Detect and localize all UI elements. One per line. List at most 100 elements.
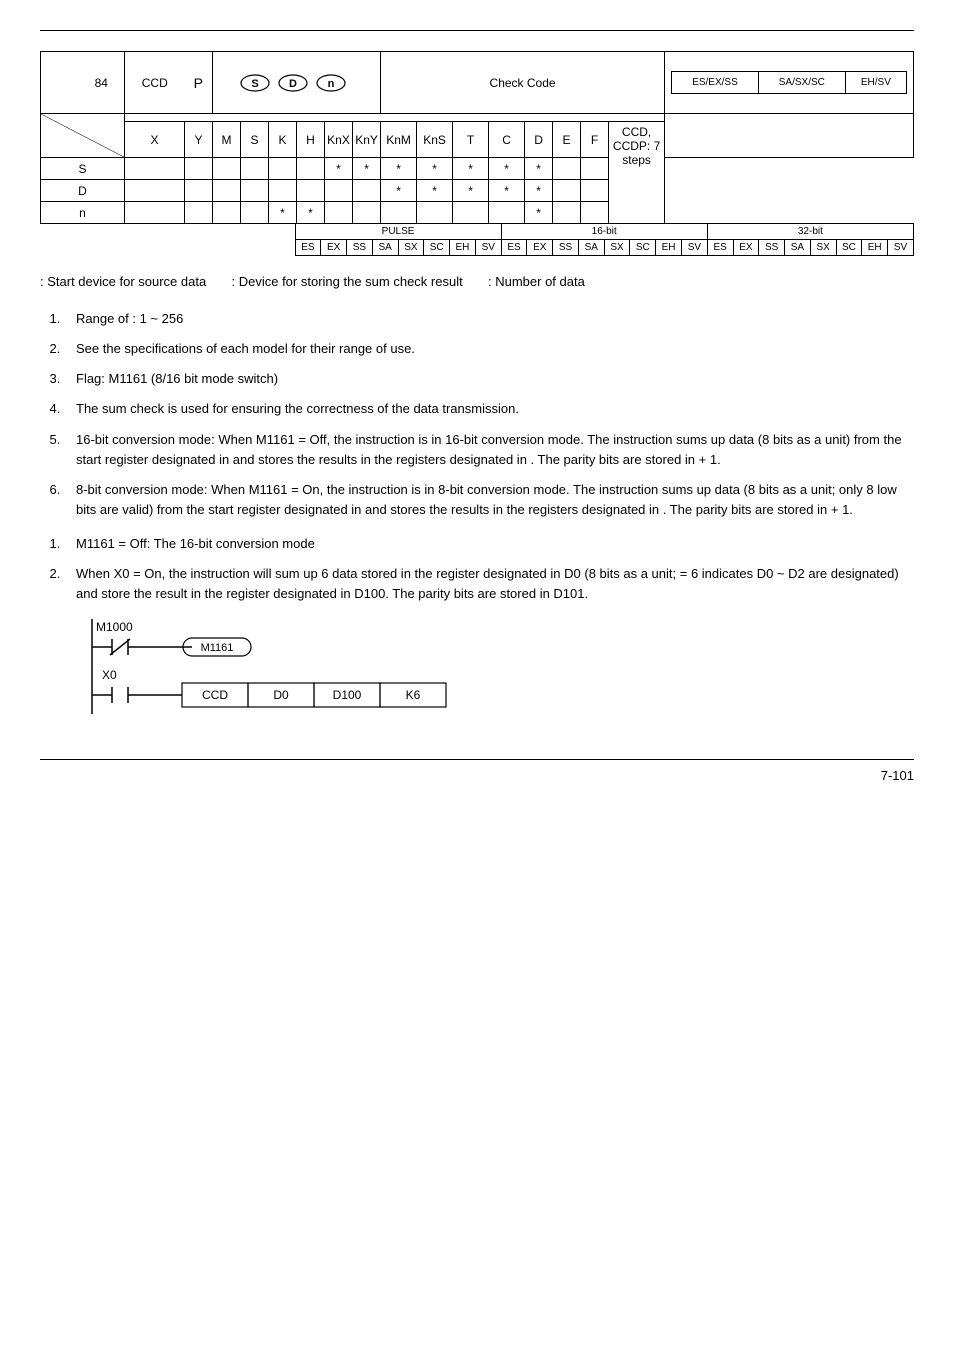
p1: EX [321, 240, 347, 256]
type-op-diagonal [41, 114, 125, 158]
p21: SC [836, 240, 862, 256]
api-num-cell: 84 [79, 52, 125, 114]
col-E: E [553, 122, 581, 158]
p8: ES [501, 240, 527, 256]
p12: SX [604, 240, 630, 256]
row-S-label: S [41, 158, 125, 180]
D-M [213, 180, 241, 202]
D-C: * [489, 180, 525, 202]
p11: SA [578, 240, 604, 256]
col-Y: Y [185, 122, 213, 158]
pulse-table: PULSE 16-bit 32-bit ES EX SS SA SX SC EH… [40, 223, 914, 256]
pulse-head: PULSE [295, 224, 501, 240]
mnemonic-label: CCD [125, 52, 185, 114]
D-T: * [453, 180, 489, 202]
p19: SA [785, 240, 811, 256]
S-X [125, 158, 185, 180]
D-X [125, 180, 185, 202]
row-D-label: D [41, 180, 125, 202]
main-info-table: 84 CCD P S D n Check Code ES/EX/SS SA/SX… [40, 51, 914, 224]
col-F: F [581, 122, 609, 158]
func-cell: Check Code [381, 52, 665, 114]
col-X: X [125, 122, 185, 158]
n-KnM [381, 202, 417, 224]
p13: SC [630, 240, 656, 256]
exp-4: The sum check is used for ensuring the c… [64, 399, 914, 419]
ladder-d0: D0 [273, 688, 289, 702]
col-KnS: KnS [417, 122, 453, 158]
p17: EX [733, 240, 759, 256]
operands-cell: S D n [213, 52, 381, 114]
n-Y [185, 202, 213, 224]
col-D: D [525, 122, 553, 158]
D-S [241, 180, 269, 202]
D-KnX [325, 180, 353, 202]
n-F [581, 202, 609, 224]
p5: SC [424, 240, 450, 256]
top-rule [40, 30, 914, 31]
steps-cell: CCD, CCDP: 7 steps [609, 122, 665, 224]
svg-text:D: D [289, 78, 297, 90]
p4: SX [398, 240, 424, 256]
S-S [241, 158, 269, 180]
func-text: Check Code [490, 76, 556, 90]
svg-text:n: n [327, 78, 334, 90]
D-E [553, 180, 581, 202]
ladder-m1000: M1000 [96, 620, 133, 634]
exp-3: Flag: M1161 (8/16 bit mode switch) [64, 369, 914, 389]
p0: ES [295, 240, 321, 256]
p2: SS [347, 240, 373, 256]
bit16-head: 16-bit [501, 224, 707, 240]
D-F [581, 180, 609, 202]
col-KnM: KnM [381, 122, 417, 158]
prog-2: When X0 = On, the instruction will sum u… [64, 564, 914, 604]
p18: SS [759, 240, 785, 256]
n-X [125, 202, 185, 224]
steps-header-spacer [665, 114, 914, 158]
controllers-table: ES/EX/SS SA/SX/SC EH/SV [671, 71, 907, 94]
D-D: * [525, 180, 553, 202]
n-K: * [269, 202, 297, 224]
S-KnX: * [325, 158, 353, 180]
p15: SV [681, 240, 707, 256]
ctrl-1: SA/SX/SC [758, 72, 845, 94]
steps-text: CCD, CCDP: 7 steps [613, 125, 660, 167]
p10: SS [553, 240, 579, 256]
S-KnS: * [417, 158, 453, 180]
p16: ES [707, 240, 733, 256]
mnemonic-text: CCD [142, 76, 168, 90]
p14: EH [656, 240, 682, 256]
p6: EH [450, 240, 476, 256]
col-H: H [297, 122, 325, 158]
row-n-label: n [41, 202, 125, 224]
exp-5: 16-bit conversion mode: When M1161 = Off… [64, 430, 914, 470]
n-S [241, 202, 269, 224]
col-C: C [489, 122, 525, 158]
operands-line: : Start device for source data : Device … [40, 274, 914, 289]
row-n: n ** * [41, 202, 914, 224]
row-D: D ***** [41, 180, 914, 202]
S-K [269, 158, 297, 180]
D-K [269, 180, 297, 202]
col-T: T [453, 122, 489, 158]
n-C [489, 202, 525, 224]
ladder-x0: X0 [102, 668, 117, 682]
operand-ovals: S D n [227, 72, 367, 94]
S-M [213, 158, 241, 180]
pulse-spacer [40, 224, 295, 256]
page-number: 7-101 [40, 768, 914, 783]
S-KnM: * [381, 158, 417, 180]
S-F [581, 158, 609, 180]
S-H [297, 158, 325, 180]
n-M [213, 202, 241, 224]
p22: EH [862, 240, 888, 256]
operand-c: : Number of data [488, 274, 585, 289]
n-E [553, 202, 581, 224]
bit32-head: 32-bit [707, 224, 913, 240]
prog-1: M1161 = Off: The 16-bit conversion mode [64, 534, 914, 554]
bottom-rule [40, 759, 914, 760]
p23: SV [888, 240, 914, 256]
operand-a: : Start device for source data [40, 274, 206, 289]
n-H: * [297, 202, 325, 224]
svg-text:S: S [251, 78, 258, 90]
